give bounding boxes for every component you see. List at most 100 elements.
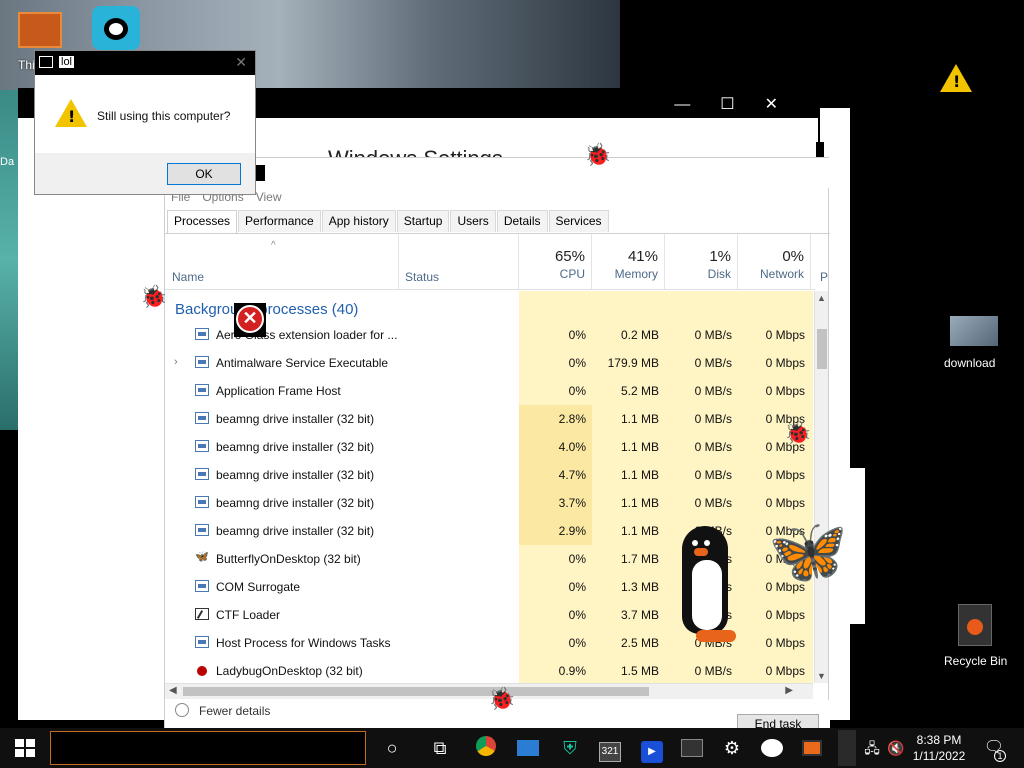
process-cpu: 0% <box>568 580 586 594</box>
menu-view[interactable]: View <box>256 190 282 204</box>
clock-date: 1/11/2022 <box>912 749 966 763</box>
task-manager-icon[interactable] <box>680 736 704 760</box>
notification-badge: 1 <box>994 750 1006 762</box>
process-memory: 1.1 MB <box>620 440 659 454</box>
process-memory: 1.1 MB <box>620 524 659 538</box>
dialog-title: lol <box>59 56 75 68</box>
this-pc-icon[interactable] <box>18 12 62 48</box>
process-name: LadybugOnDesktop (32 bit) <box>216 664 363 678</box>
maximize-icon[interactable]: ☐ <box>720 96 764 113</box>
fewer-details-link[interactable]: Fewer details <box>199 704 270 718</box>
minimize-icon[interactable]: — <box>674 96 720 113</box>
process-memory: 3.7 MB <box>620 608 659 622</box>
cpu-total: 65% <box>554 248 585 265</box>
search-input[interactable] <box>50 731 366 765</box>
show-hidden-area[interactable] <box>838 730 856 766</box>
process-cpu: 0% <box>568 356 586 370</box>
process-memory: 1.3 MB <box>620 580 659 594</box>
process-disk: 0 MB/s <box>694 328 732 342</box>
process-disk: 0 MB/s <box>694 468 732 482</box>
window-controls[interactable]: —☐✕ <box>674 94 808 114</box>
tab-startup[interactable]: Startup <box>396 210 450 232</box>
app-process-icon <box>195 580 209 592</box>
process-memory: 2.5 MB <box>620 636 659 650</box>
ladybug-icon: 🐞 <box>784 420 812 445</box>
process-name: ButterflyOnDesktop (32 bit) <box>216 552 361 566</box>
process-disk: 0 MB/s <box>694 412 732 426</box>
expand-chevron-icon[interactable]: › <box>174 356 178 368</box>
warning-icon: ! <box>55 99 87 127</box>
process-network: 0 Mbps <box>765 608 805 622</box>
column-cpu[interactable]: 65% CPU <box>519 234 592 290</box>
paw-app-icon[interactable] <box>92 6 140 50</box>
recycle-bin-icon[interactable] <box>958 604 992 646</box>
process-cpu: 0% <box>568 552 586 566</box>
group-label: Background processes (40) <box>175 301 359 318</box>
table-row[interactable]: Application Frame Host 0% 5.2 MB 0 MB/s 0 Mb… <box>165 377 813 405</box>
start-icon[interactable] <box>12 736 36 760</box>
dialog-message: Still using this computer? <box>97 109 231 123</box>
scroll-right-icon[interactable]: ▶ <box>785 685 793 696</box>
task-view-icon[interactable]: ⧉ <box>428 736 452 760</box>
app-process-icon <box>195 496 209 508</box>
column-status[interactable]: Status <box>399 234 519 290</box>
table-row[interactable]: › Antimalware Service Executable 0% 179.9 M… <box>165 349 813 377</box>
vertical-scrollbar[interactable]: ▲ ▼ <box>814 291 828 683</box>
app-process-icon <box>195 524 209 536</box>
scroll-thumb[interactable] <box>817 329 827 369</box>
white-overlay <box>850 468 865 624</box>
scroll-down-icon[interactable]: ▼ <box>817 671 826 681</box>
file-explorer-icon[interactable] <box>516 736 540 760</box>
ok-button[interactable]: OK <box>167 163 241 185</box>
penguin-app-icon[interactable] <box>760 736 784 760</box>
close-icon[interactable]: ✕ <box>765 96 808 113</box>
scroll-up-icon[interactable]: ▲ <box>817 293 826 303</box>
tab-services[interactable]: Services <box>548 210 609 232</box>
tab-users[interactable]: Users <box>450 210 496 232</box>
collapse-icon[interactable] <box>175 703 189 717</box>
process-cpu: 2.8% <box>558 412 586 426</box>
memory-label: Memory <box>614 267 658 281</box>
scroll-left-icon[interactable]: ◀ <box>169 685 177 696</box>
tab-app-history[interactable]: App history <box>321 210 396 232</box>
process-cpu: 3.7% <box>558 496 586 510</box>
tab-performance[interactable]: Performance <box>238 210 321 232</box>
column-memory[interactable]: 41% Memory <box>592 234 665 290</box>
table-row[interactable]: beamng drive installer (32 bit) 4.7% 1.1 M… <box>165 461 813 489</box>
chrome-icon[interactable] <box>474 736 498 760</box>
process-cpu: 4.0% <box>558 440 586 454</box>
cortana-icon[interactable]: ○ <box>380 736 404 760</box>
tab-processes[interactable]: Processes <box>167 210 238 234</box>
table-row[interactable]: LadybugOnDesktop (32 bit) 0.9% 1.5 MB 0 MB/… <box>165 657 813 683</box>
dialog-close-icon[interactable]: ✕ <box>235 54 247 71</box>
ctf-process-icon <box>195 608 209 620</box>
cpu-label: CPU <box>559 267 585 281</box>
app-process-icon <box>195 328 209 340</box>
table-row[interactable]: beamng drive installer (32 bit) 2.8% 1.1 M… <box>165 405 813 433</box>
process-cpu: 4.7% <box>558 468 586 482</box>
process-cpu: 0.9% <box>558 664 586 678</box>
media-player-icon[interactable]: ▶ <box>640 736 664 763</box>
process-cpu: 0% <box>568 608 586 622</box>
network-icon[interactable]: 🖧 <box>860 736 884 760</box>
scroll-thumb[interactable] <box>183 687 649 696</box>
column-network[interactable]: 0% Network <box>738 234 811 290</box>
column-disk[interactable]: 1% Disk <box>665 234 738 290</box>
clock[interactable]: 8:38 PM 1/11/2022 <box>904 732 974 764</box>
ladybug-process-icon <box>197 666 207 676</box>
calendar-icon[interactable]: 321 <box>598 736 622 762</box>
process-name: COM Surrogate <box>216 580 301 594</box>
process-name: beamng drive installer (32 bit) <box>216 496 375 510</box>
butterfly-icon: 🦋 <box>768 515 848 587</box>
table-row[interactable]: beamng drive installer (32 bit) 3.7% 1.1 M… <box>165 489 813 517</box>
tab-details[interactable]: Details <box>496 210 548 232</box>
process-name: beamng drive installer (32 bit) <box>216 468 375 482</box>
ladybug-icon: 🐞 <box>584 142 612 167</box>
column-name[interactable]: ^ Name <box>165 234 399 290</box>
app-icon[interactable] <box>800 736 824 760</box>
download-file-icon[interactable] <box>950 316 998 346</box>
shield-icon[interactable]: ⛨ <box>558 736 582 760</box>
settings-icon[interactable]: ⚙ <box>720 736 744 760</box>
process-memory: 0.2 MB <box>620 328 659 342</box>
table-row[interactable]: beamng drive installer (32 bit) 4.0% 1.1 M… <box>165 433 813 461</box>
